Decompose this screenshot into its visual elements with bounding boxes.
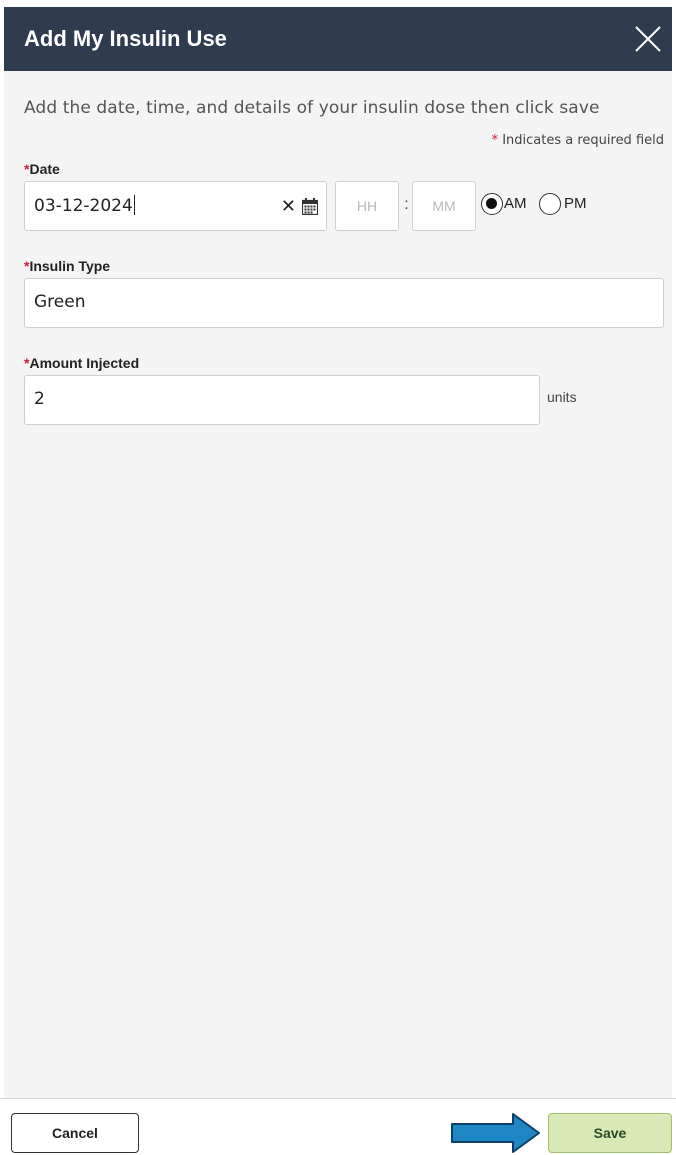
amount-label: *Amount Injected <box>24 355 139 371</box>
modal-header: Add My Insulin Use <box>4 7 672 71</box>
am-radio[interactable] <box>481 193 503 215</box>
insulin-type-value: Green <box>34 292 86 312</box>
required-note-text: Indicates a required field <box>498 133 664 148</box>
calendar-icon[interactable] <box>302 198 318 215</box>
clear-icon[interactable]: ✕ <box>281 196 296 217</box>
date-label: *Date <box>24 161 60 177</box>
cancel-button[interactable]: Cancel <box>11 1113 139 1153</box>
date-value: 03-12-2024 <box>34 196 133 216</box>
amount-injected-field[interactable]: 2 <box>24 375 540 425</box>
insulin-type-label-text: Insulin Type <box>29 258 111 274</box>
date-input[interactable]: 03-12-2024 ✕ <box>24 181 327 231</box>
amount-value: 2 <box>34 389 45 409</box>
pm-radio[interactable] <box>539 193 561 215</box>
am-radio-label[interactable]: AM <box>504 195 527 212</box>
minute-input[interactable]: MM <box>412 181 476 231</box>
save-button[interactable]: Save <box>548 1113 672 1153</box>
modal-footer: Cancel Save <box>0 1098 676 1155</box>
intro-text: Add the date, time, and details of your … <box>24 98 600 118</box>
required-field-note: * Indicates a required field <box>492 133 664 148</box>
insulin-type-label: *Insulin Type <box>24 258 110 274</box>
arrow-right-icon <box>451 1113 540 1153</box>
date-label-text: Date <box>29 161 60 177</box>
close-icon[interactable] <box>630 21 666 57</box>
units-label: units <box>547 389 577 405</box>
amount-label-text: Amount Injected <box>29 355 140 371</box>
pm-radio-label[interactable]: PM <box>564 195 587 212</box>
modal-title: Add My Insulin Use <box>24 26 227 51</box>
text-cursor <box>133 195 135 215</box>
hour-input[interactable]: HH <box>335 181 399 231</box>
insulin-type-field[interactable]: Green <box>24 278 664 328</box>
time-separator: : <box>404 196 409 213</box>
modal-body: Add the date, time, and details of your … <box>4 71 672 1098</box>
